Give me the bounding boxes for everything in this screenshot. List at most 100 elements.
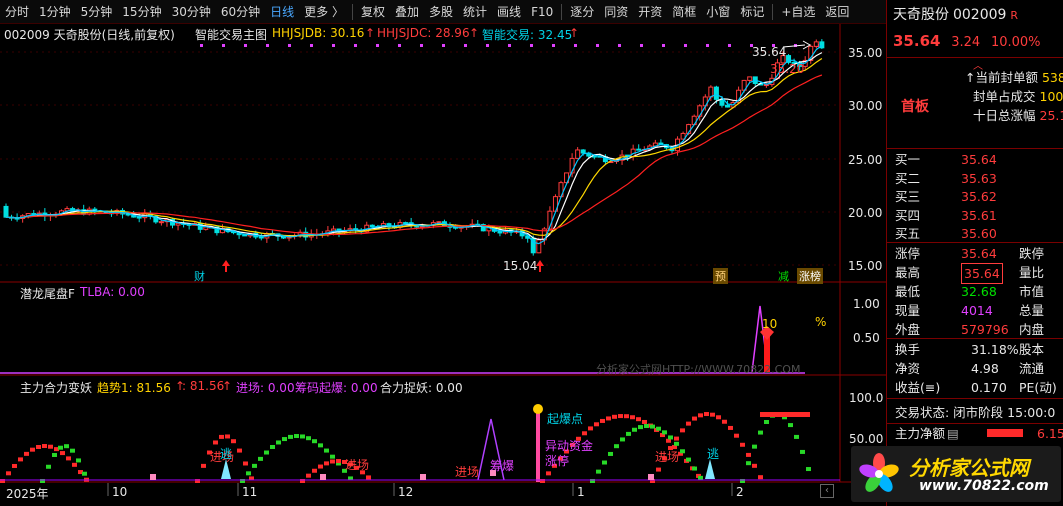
- jinchang-label: 进场: [455, 465, 480, 479]
- toolbar-button[interactable]: 统计: [458, 0, 492, 24]
- net-label: 主力净额: [895, 426, 946, 441]
- toolbar-button[interactable]: 30分钟: [167, 0, 216, 24]
- stat-label: 现量: [895, 303, 921, 318]
- wave-segment: [66, 456, 71, 461]
- wave-segment: [600, 418, 605, 423]
- wave-segment: [636, 417, 641, 422]
- wave-segment: [42, 444, 47, 449]
- toolbar-button[interactable]: 画线: [492, 0, 526, 24]
- stat-label: 流通: [1019, 361, 1045, 376]
- axis-label: 25.00: [848, 153, 883, 167]
- seal-value: 538: [1041, 70, 1063, 85]
- signal-dot: [398, 44, 401, 47]
- wave-segment: [656, 426, 661, 431]
- signal-dot: [552, 44, 555, 47]
- signal-dot: [574, 44, 577, 47]
- candle-body: [3, 205, 9, 218]
- toolbar-button[interactable]: 返回: [820, 0, 854, 24]
- wave-segment: [656, 467, 661, 472]
- toolbar-button[interactable]: 多股: [424, 0, 458, 24]
- candle-body: [719, 98, 725, 106]
- sub1-value: TLBA: 0.00: [80, 285, 145, 299]
- candle-body: [497, 230, 503, 234]
- wave-segment: [30, 447, 35, 452]
- stat-value: 579796: [961, 322, 1009, 337]
- toolbar-button[interactable]: 日线: [265, 0, 299, 24]
- toolbar-button[interactable]: 叠加: [390, 0, 424, 24]
- candle-body: [747, 76, 753, 81]
- wave-segment: [734, 433, 739, 438]
- signal-dot: [222, 44, 225, 47]
- wave-segment: [258, 456, 263, 461]
- toolbar-button[interactable]: 简框: [667, 0, 701, 24]
- stat-label: 跌停: [1019, 246, 1045, 261]
- net-menu-icon[interactable]: ▤: [947, 426, 959, 441]
- divider: [887, 242, 1063, 243]
- wave-segment: [300, 434, 305, 439]
- coin-icon: [533, 404, 543, 414]
- hhjsjdc-arrow: ↑: [469, 26, 480, 40]
- wave-segment: [764, 420, 769, 425]
- wave-segment: [746, 452, 751, 457]
- toolbar-button[interactable]: 同资: [599, 0, 633, 24]
- stat-label: 净资: [895, 361, 921, 376]
- toolbar-button[interactable]: 分时: [0, 0, 34, 24]
- price-change: 3.24: [951, 35, 981, 50]
- price-pct: 10.00%: [990, 35, 1041, 50]
- ma-line: [5, 44, 823, 245]
- toolbar-button[interactable]: F10: [526, 0, 558, 24]
- buy-arrow-icon: [222, 260, 230, 272]
- chart-canvas[interactable]: [0, 24, 886, 506]
- wave-segment: [276, 440, 281, 445]
- cai-marker: 财: [194, 270, 205, 283]
- bid-price[interactable]: 35.64: [961, 150, 997, 169]
- sub2-title: 主力合力变妖: [20, 381, 93, 395]
- toolbar-button[interactable]: 逐分: [565, 0, 599, 24]
- toolbar-button[interactable]: 15分钟: [117, 0, 166, 24]
- toolbar-button[interactable]: +自选: [776, 0, 820, 24]
- scroll-left-button[interactable]: ‹: [820, 484, 834, 498]
- sub2-jinchang: 进场: 0.00: [236, 381, 295, 395]
- wave-segment: [201, 463, 206, 468]
- bid-label: 买三: [895, 189, 921, 204]
- sub2-zhuoyao: 合力捉妖: 0.00: [380, 381, 463, 395]
- toolbar-button[interactable]: 1分钟: [34, 0, 76, 24]
- chart-title: 002009 天奇股份(日线,前复权): [4, 28, 175, 42]
- wave-segment: [630, 415, 635, 420]
- bid-price[interactable]: 35.63: [961, 169, 997, 188]
- bid-price[interactable]: 35.62: [961, 187, 997, 206]
- wave-segment: [252, 463, 257, 468]
- signal-dot: [640, 44, 643, 47]
- toolbar: 分时 1分钟 5分钟 15分钟 30分钟 60分钟 日线 更多 〉复权 叠加 多股 统计 画线 F10 逐…: [0, 0, 886, 24]
- stat-label: 总量: [1019, 303, 1045, 318]
- candle-body: [575, 149, 581, 159]
- signal-dot: [706, 44, 709, 47]
- toolbar-button[interactable]: 复权: [356, 0, 390, 24]
- wave-segment: [686, 421, 691, 426]
- wave-segment: [800, 449, 805, 454]
- bid-label: 买一: [895, 152, 921, 167]
- wave-segment: [740, 442, 745, 447]
- wave-segment: [618, 414, 623, 419]
- toolbar-button[interactable]: 小窗: [701, 0, 735, 24]
- wave-segment: [306, 436, 311, 441]
- wave-segment: [70, 448, 75, 453]
- toolbar-button[interactable]: 5分钟: [76, 0, 118, 24]
- time-label: 2: [736, 485, 744, 499]
- chart-area[interactable]: 002009 天奇股份(日线,前复权) 智能交易主图 HHJSJDB: 30.1…: [0, 24, 886, 506]
- bid-price[interactable]: 35.60: [961, 224, 997, 243]
- toolbar-button[interactable]: 标记: [735, 0, 769, 24]
- stat-value: 35.64: [961, 246, 997, 261]
- candle-body: [636, 148, 642, 151]
- wave-segment: [650, 424, 655, 429]
- wave-segment: [620, 437, 625, 442]
- wave-segment: [588, 426, 593, 431]
- bid-price[interactable]: 35.61: [961, 206, 997, 225]
- wave-segment: [704, 412, 709, 417]
- toolbar-button[interactable]: 60分钟: [216, 0, 265, 24]
- toolbar-button[interactable]: 更多 〉: [299, 0, 349, 24]
- net-value: 6.15: [1037, 426, 1063, 441]
- sub1-axis-label: 0.50: [853, 331, 880, 345]
- wave-segment: [24, 451, 29, 456]
- toolbar-button[interactable]: 开资: [633, 0, 667, 24]
